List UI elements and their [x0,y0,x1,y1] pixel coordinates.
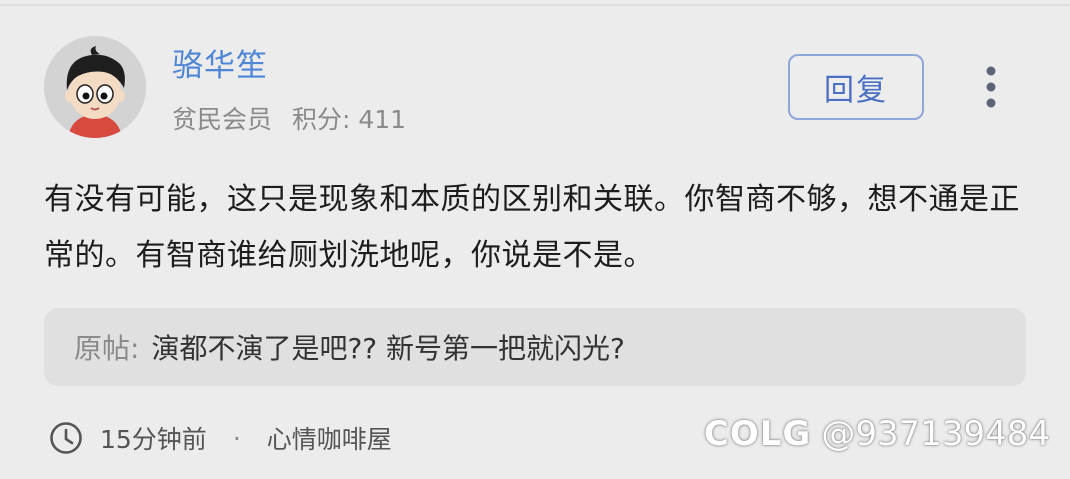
quote-text: 演都不演了是吧?? 新号第一把就闪光? [151,332,625,365]
user-rank: 贫民会员 [172,105,273,134]
colg-logo: COLG [703,414,812,454]
avatar-cartoon-icon [44,36,146,138]
original-post-quote[interactable]: 原帖: 演都不演了是吧?? 新号第一把就闪光? [44,308,1026,386]
reply-button[interactable]: 回复 [788,54,924,120]
comment-text: 有没有可能，这只是现象和本质的区别和关联。你智商不够，想不通是正常的。有智商谁给… [44,182,1020,273]
more-vertical-icon[interactable] [974,62,1008,112]
footer-meta: 15分钟前 · 心情咖啡屋 [48,418,392,458]
user-points: 积分: 411 [291,105,407,134]
quote-label: 原帖: [74,332,140,365]
top-divider [0,4,1070,6]
avatar[interactable] [44,36,146,138]
username-link[interactable]: 骆华笙 [172,40,268,85]
footer-separator: · [232,423,241,453]
watermark: COLG @937139484 [704,414,1050,454]
clock-icon [48,420,84,456]
user-meta: 贫民会员 积分: 411 [172,100,406,136]
forum-link[interactable]: 心情咖啡屋 [267,420,392,456]
watermark-handle: @937139484 [821,414,1050,454]
post-time: 15分钟前 [100,425,207,454]
